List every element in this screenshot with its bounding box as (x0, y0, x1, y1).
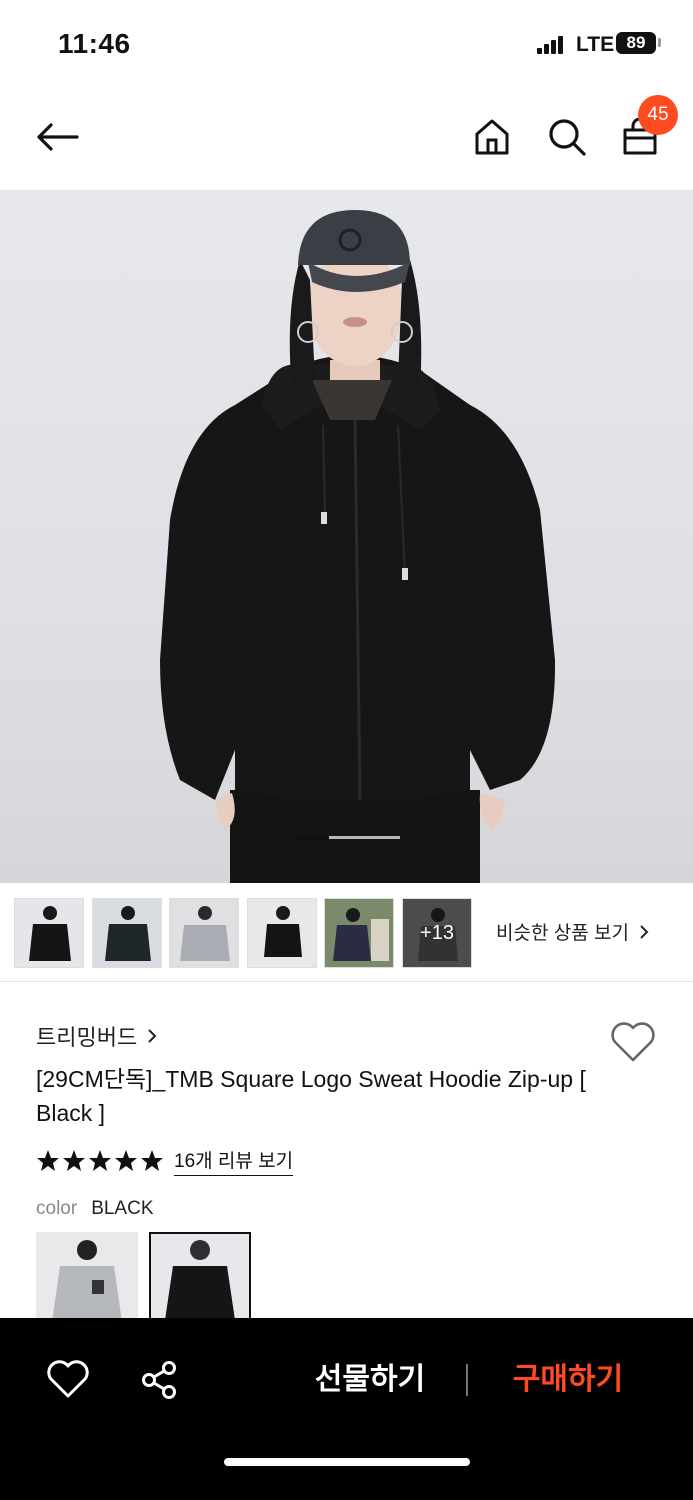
top-nav-bar (0, 88, 693, 188)
thumbnail-strip: +13 비슷한 상품 보기 (0, 884, 693, 982)
color-swatch-gray[interactable] (36, 1232, 138, 1322)
similar-products-label: 비슷한 상품 보기 (496, 923, 629, 944)
selected-color-value: BLACK (91, 1198, 154, 1219)
brand-link[interactable]: 트리밍버드 (36, 1020, 157, 1052)
signal-strength-icon (537, 36, 565, 54)
star-icon (115, 1150, 137, 1171)
chevron-right-icon (640, 924, 649, 939)
cart-count-badge: 45 (638, 95, 678, 135)
image-pager-active (293, 836, 329, 839)
network-type: LTE (576, 33, 615, 56)
buy-button[interactable]: 구매하기 (488, 1358, 648, 1402)
star-icon (141, 1150, 163, 1171)
battery-icon: 89 (616, 32, 656, 54)
thumbnail-5[interactable] (324, 898, 394, 968)
gift-button[interactable]: 선물하기 (290, 1358, 450, 1402)
thumbnail-1[interactable] (14, 898, 84, 968)
arrow-left-icon (37, 123, 79, 151)
product-main-image[interactable] (0, 190, 693, 883)
star-icon (37, 1150, 59, 1171)
home-indicator (224, 1458, 470, 1466)
star-icon (89, 1150, 111, 1171)
rating-row: 16개 리뷰 보기 (36, 1146, 294, 1176)
search-button[interactable] (543, 110, 591, 164)
status-bar: 11:46 LTE 89 (0, 0, 693, 88)
status-time: 11:46 (58, 28, 131, 59)
chevron-right-icon (148, 1029, 157, 1043)
bottom-wishlist-button[interactable] (46, 1358, 90, 1402)
search-icon (549, 119, 586, 156)
back-button[interactable] (30, 110, 84, 164)
thumbnail-4[interactable] (247, 898, 317, 968)
home-button[interactable] (468, 110, 516, 164)
color-label: color (36, 1198, 78, 1219)
color-swatch-black[interactable] (149, 1232, 251, 1322)
reviews-link[interactable]: 16개 리뷰 보기 (174, 1146, 294, 1176)
share-button[interactable] (138, 1358, 182, 1402)
thumbnail-2[interactable] (92, 898, 162, 968)
thumbnail-3[interactable] (169, 898, 239, 968)
heart-icon (611, 1022, 655, 1062)
button-divider (466, 1364, 468, 1396)
brand-name: 트리밍버드 (36, 1025, 138, 1050)
bottom-action-bar: 선물하기 구매하기 (0, 1318, 693, 1500)
battery-nub (658, 38, 661, 47)
more-images-count: +13 (403, 899, 471, 967)
similar-products-link[interactable]: 비슷한 상품 보기 (496, 918, 649, 945)
rating-stars (36, 1149, 164, 1173)
image-pager (293, 836, 400, 839)
home-icon (475, 119, 509, 155)
wishlist-button[interactable] (610, 1020, 656, 1064)
share-icon (142, 1361, 176, 1399)
model-photo (160, 210, 556, 883)
color-option-row: color BLACK (36, 1198, 154, 1220)
star-icon (63, 1150, 85, 1171)
product-title: [29CM단독]_TMB Square Logo Sweat Hoodie Zi… (36, 1066, 586, 1126)
heart-icon (47, 1360, 89, 1398)
thumbnail-more[interactable]: +13 (402, 898, 472, 968)
